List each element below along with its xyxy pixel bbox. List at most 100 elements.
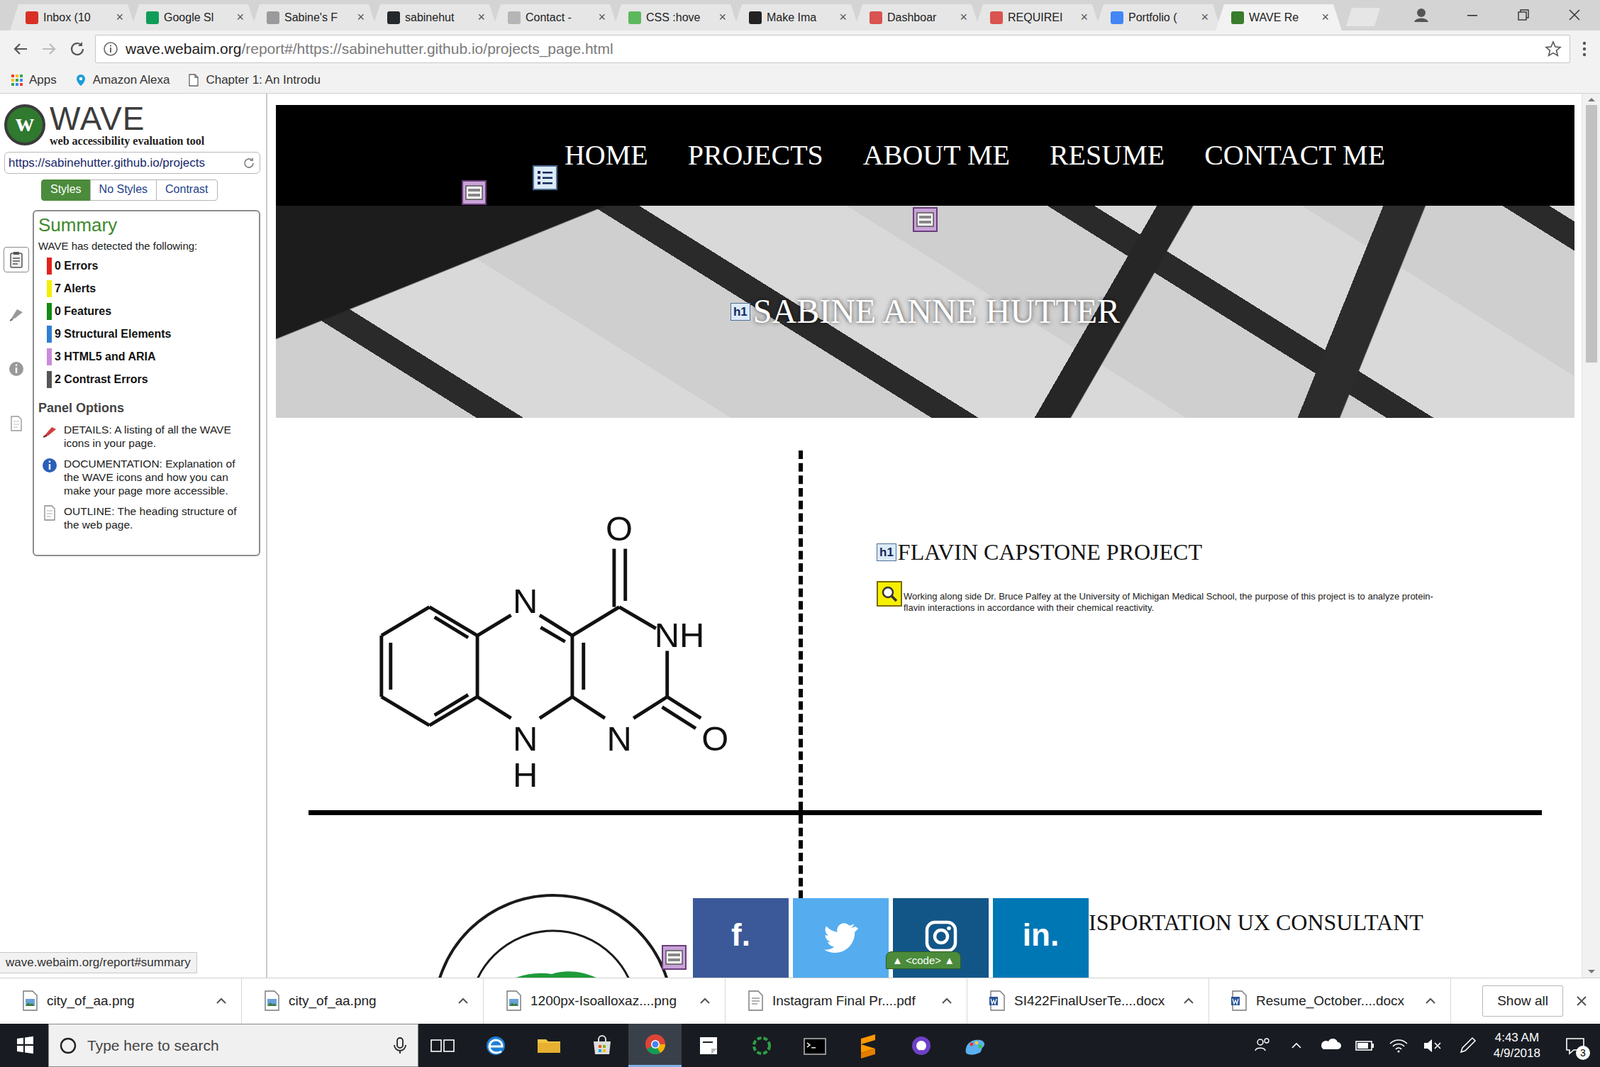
- browser-tab[interactable]: WAVE Re×: [1215, 4, 1342, 31]
- count-row[interactable]: 9 Structural Elements: [38, 322, 254, 346]
- tab-close[interactable]: ×: [1200, 9, 1209, 25]
- show-hidden-icon[interactable]: [1279, 1023, 1314, 1067]
- tab-close[interactable]: ×: [1080, 9, 1088, 25]
- restore-icon[interactable]: [1497, 0, 1549, 31]
- tool-button[interactable]: [3, 356, 30, 382]
- scroll-thumb[interactable]: [1585, 104, 1598, 363]
- panel-option[interactable]: DETAILS: A listing of all the WAVE icons…: [38, 422, 254, 450]
- user-icon[interactable]: [1395, 0, 1447, 31]
- tab-close[interactable]: ×: [115, 9, 124, 25]
- tab-close[interactable]: ×: [1321, 9, 1330, 25]
- browser-tab[interactable]: Portfolio (×: [1095, 4, 1222, 31]
- battery-icon[interactable]: [1347, 1023, 1382, 1067]
- h1-badge[interactable]: h1: [730, 302, 751, 321]
- chevron-up-icon[interactable]: [1181, 993, 1196, 1008]
- tab-close[interactable]: ×: [236, 9, 244, 25]
- tab-close[interactable]: ×: [597, 9, 606, 25]
- page-scrollbar[interactable]: [1581, 93, 1600, 978]
- nav-link[interactable]: CONTACT ME: [1204, 139, 1386, 171]
- download-item[interactable]: Resume_October....docx: [1209, 978, 1452, 1024]
- taskbar-app[interactable]: [575, 1023, 629, 1067]
- taskbar-app[interactable]: [947, 1023, 1001, 1067]
- show-all-button[interactable]: Show all: [1482, 985, 1564, 1017]
- pen-icon[interactable]: [1449, 1023, 1484, 1067]
- address-bar[interactable]: wave.webaim.org/report#/https://sabinehu…: [95, 34, 1571, 64]
- browser-tab[interactable]: REQUIREI×: [974, 4, 1101, 31]
- taskbar-app[interactable]: [894, 1023, 948, 1067]
- chevron-up-icon[interactable]: [456, 993, 471, 1008]
- count-row[interactable]: 0 Features: [38, 300, 254, 323]
- reload-icon[interactable]: [66, 38, 88, 60]
- bookmark[interactable]: Chapter 1: An Introdu: [186, 73, 321, 88]
- url-field[interactable]: https://sabinehutter.github.io/projects: [4, 151, 261, 174]
- browser-tab[interactable]: Google Sl×: [130, 4, 257, 31]
- tool-button[interactable]: [3, 246, 30, 273]
- star-icon[interactable]: [1543, 39, 1563, 59]
- new-tab-button[interactable]: [1346, 7, 1381, 27]
- browser-tab[interactable]: Make Ima×: [733, 4, 860, 31]
- panel-option[interactable]: DOCUMENTATION: Explanation of the WAVE i…: [38, 456, 254, 498]
- taskbar-app[interactable]: [841, 1023, 895, 1067]
- chevron-up-icon[interactable]: [214, 993, 229, 1008]
- social-button[interactable]: in.: [992, 897, 1089, 978]
- nav-link[interactable]: ABOUT ME: [863, 139, 1010, 171]
- taskbar-app[interactable]: [521, 1023, 576, 1067]
- browser-tab[interactable]: sabinehut×: [371, 4, 498, 31]
- count-row[interactable]: 2 Contrast Errors: [38, 368, 254, 391]
- alert-icon[interactable]: [876, 580, 903, 607]
- download-item[interactable]: city_of_aa.png: [0, 978, 242, 1024]
- taskbar-app[interactable]: [734, 1023, 788, 1067]
- view-tab[interactable]: No Styles: [90, 179, 157, 201]
- chevron-up-icon[interactable]: [1423, 993, 1438, 1008]
- h1-badge[interactable]: h1: [876, 543, 897, 561]
- count-row[interactable]: 0 Errors: [38, 254, 254, 278]
- refresh-icon[interactable]: [241, 155, 257, 171]
- list-icon[interactable]: [532, 165, 558, 191]
- browser-tab[interactable]: Contact -×: [492, 4, 619, 31]
- menu-icon[interactable]: [1577, 38, 1592, 60]
- back-icon[interactable]: [9, 38, 32, 60]
- chevron-up-icon[interactable]: [939, 993, 954, 1008]
- download-item[interactable]: 1200px-Isoalloxaz....png: [483, 978, 726, 1024]
- clock[interactable]: 4:43 AM4/9/2018: [1483, 1029, 1551, 1061]
- taskbar-app[interactable]: [628, 1023, 682, 1067]
- windows-icon[interactable]: [0, 1023, 49, 1067]
- count-row[interactable]: 7 Alerts: [38, 277, 254, 300]
- tab-close[interactable]: ×: [959, 9, 968, 25]
- code-badge[interactable]: ▲ <code> ▲: [885, 951, 961, 969]
- social-button[interactable]: f.: [692, 897, 789, 978]
- region-icon[interactable]: [661, 944, 687, 970]
- microphone-icon[interactable]: [392, 1036, 408, 1055]
- minimize-icon[interactable]: [1446, 0, 1498, 31]
- tab-close[interactable]: ×: [839, 9, 847, 25]
- download-item[interactable]: SI422FinalUserTe....docx: [967, 978, 1210, 1024]
- count-row[interactable]: 3 HTML5 and ARIA: [38, 345, 254, 369]
- taskbar-app[interactable]: [681, 1023, 735, 1067]
- bookmark[interactable]: Amazon Alexa: [73, 73, 171, 88]
- tab-close[interactable]: ×: [477, 9, 486, 25]
- nav-link[interactable]: HOME: [564, 139, 649, 171]
- view-tab[interactable]: Styles: [41, 179, 91, 201]
- region-icon[interactable]: [912, 207, 938, 232]
- taskbar-app[interactable]: [468, 1023, 522, 1067]
- region-icon[interactable]: [461, 180, 487, 205]
- tool-button[interactable]: [3, 301, 30, 327]
- browser-tab[interactable]: Sabine's F×: [251, 4, 378, 31]
- wifi-icon[interactable]: [1381, 1023, 1416, 1067]
- social-button[interactable]: [792, 897, 889, 978]
- forward-icon[interactable]: [38, 38, 60, 60]
- tab-close[interactable]: ×: [718, 9, 727, 25]
- action-center-button[interactable]: 3: [1550, 1023, 1600, 1067]
- tool-button[interactable]: [3, 410, 30, 437]
- close-icon[interactable]: [1563, 986, 1600, 1015]
- taskbar-app[interactable]: [415, 1023, 469, 1067]
- nav-link[interactable]: PROJECTS: [687, 139, 824, 171]
- download-item[interactable]: city_of_aa.png: [241, 978, 484, 1024]
- mute-icon[interactable]: [1415, 1023, 1450, 1067]
- taskbar-app[interactable]: [787, 1023, 842, 1067]
- browser-tab[interactable]: CSS :hove×: [612, 4, 740, 31]
- download-item[interactable]: Instagram Final Pr....pdf: [725, 978, 968, 1024]
- chevron-up-icon[interactable]: [697, 993, 713, 1008]
- taskbar-search[interactable]: Type here to search: [48, 1023, 419, 1067]
- people-icon[interactable]: [1245, 1023, 1280, 1067]
